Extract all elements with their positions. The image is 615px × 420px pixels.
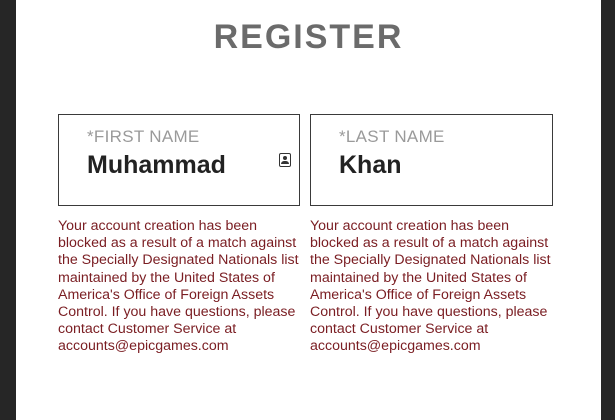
- first-name-error-message: Your account creation has been blocked a…: [58, 218, 299, 355]
- last-name-label: *LAST NAME: [339, 127, 445, 146]
- page-title: REGISTER: [213, 18, 404, 56]
- contact-card-icon[interactable]: [279, 153, 291, 167]
- last-name-field[interactable]: *LAST NAME: [310, 114, 553, 206]
- window-frame-left: [0, 0, 16, 420]
- window-frame-right: [601, 0, 615, 420]
- register-panel: REGISTER *FIRST NAME *LAST NAME Your acc…: [16, 0, 601, 420]
- last-name-error-message: Your account creation has been blocked a…: [310, 218, 551, 355]
- first-name-label: *FIRST NAME: [87, 127, 200, 146]
- first-name-field[interactable]: *FIRST NAME: [58, 114, 300, 206]
- first-name-input[interactable]: [87, 151, 267, 180]
- last-name-input[interactable]: [339, 151, 519, 180]
